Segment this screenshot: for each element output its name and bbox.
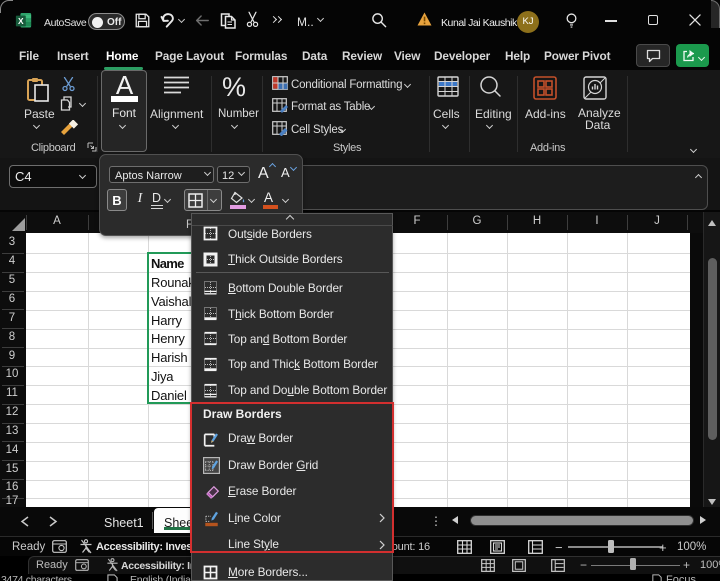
svg-text:X: X xyxy=(18,16,24,26)
